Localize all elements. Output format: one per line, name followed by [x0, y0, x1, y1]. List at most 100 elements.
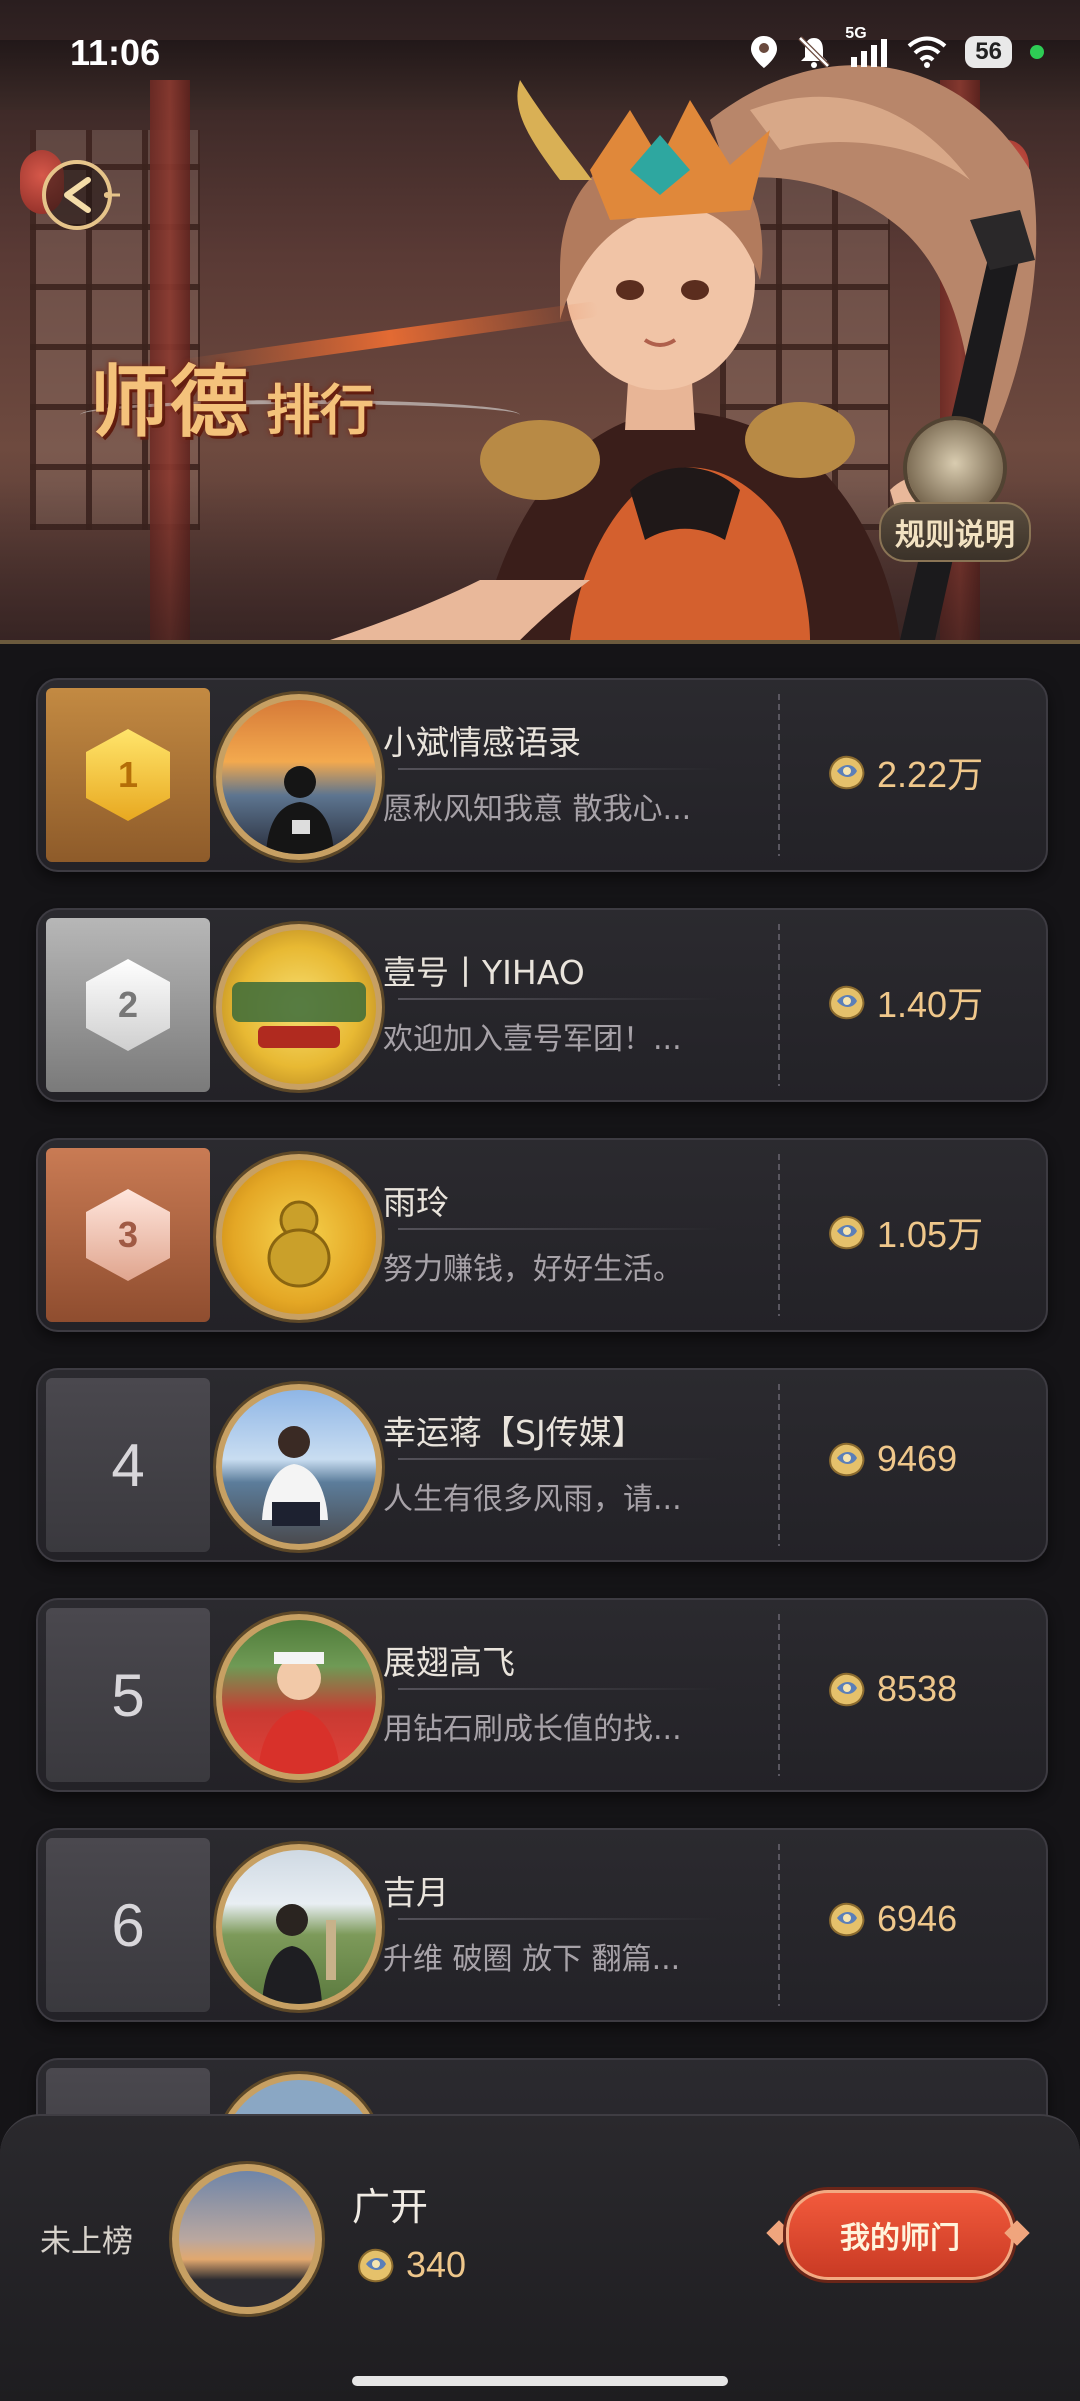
my-avatar[interactable] — [172, 2164, 322, 2314]
user-name: 壹号丨YIHAO — [383, 953, 585, 992]
score: 8538 — [823, 1666, 957, 1712]
score: 6946 — [823, 1896, 957, 1942]
virtue-badge-icon — [829, 755, 865, 790]
location-icon — [751, 36, 778, 68]
virtue-badge-icon — [829, 1215, 865, 1250]
rules-label: 规则说明 — [879, 502, 1031, 562]
leaderboard-row[interactable]: 3 雨玲 努力赚钱，好好生活。 1.05万 — [36, 1138, 1048, 1332]
rank-number: 2 — [117, 984, 139, 1025]
rank-badge: 3 — [46, 1148, 210, 1322]
my-rank-status: 未上榜 — [40, 2224, 133, 2260]
rank-badge: 6 — [46, 1838, 210, 2012]
avatar[interactable] — [216, 1844, 382, 2010]
person-photo-icon — [262, 1904, 336, 2004]
page-title: 师德 排行 — [90, 340, 374, 452]
gold-medal-icon: 1 — [86, 729, 170, 821]
rank-number: 5 — [111, 1661, 145, 1729]
user-motto: 升维 破圈 放下 翻篇... — [383, 1942, 681, 1977]
rank-number: 4 — [111, 1431, 145, 1499]
virtue-badge-icon — [829, 1672, 865, 1707]
network-type: 5G — [845, 25, 867, 42]
leaderboard-row[interactable]: 2 壹号丨YIHAO 欢迎加入壹号军团！... 1.40万 — [36, 908, 1048, 1102]
rank-badge: 4 — [46, 1378, 210, 1552]
user-name: 幸运蒋【SJ传媒】 — [383, 1413, 645, 1452]
divider — [398, 1918, 718, 1920]
avatar[interactable] — [216, 924, 382, 1090]
avatar[interactable] — [216, 1154, 382, 1320]
avatar[interactable] — [216, 694, 382, 860]
virtue-badge-icon — [358, 2248, 394, 2283]
score-value: 6946 — [877, 1898, 958, 1939]
leaderboard-row[interactable]: 1 小斌情感语录 愿秋风知我意 散我心... 2.22万 — [36, 678, 1048, 872]
score-value: 9469 — [877, 1438, 958, 1479]
rank-badge: 1 — [46, 688, 210, 862]
score-value: 2.22万 — [877, 754, 984, 795]
user-name: 小斌情感语录 — [383, 723, 581, 762]
signal-icon: 5G — [845, 25, 889, 67]
bell-muted-icon — [798, 36, 831, 68]
my-score: 340 — [352, 2242, 466, 2288]
virtue-badge-icon — [829, 1902, 865, 1937]
status-time: 11:06 — [70, 32, 161, 73]
score: 1.40万 — [823, 976, 983, 1028]
leaderboard-row[interactable]: 5 展翅高飞 用钻石刷成长值的找... 8538 — [36, 1598, 1048, 1792]
divider — [778, 924, 780, 1086]
score: 9469 — [823, 1436, 957, 1482]
divider — [778, 1614, 780, 1776]
avatar[interactable] — [216, 1614, 382, 1780]
gold-gourd-icon — [267, 1200, 331, 1288]
divider — [778, 1844, 780, 2006]
teacher-virtue-ranking-page: 11:06 5G 56 师德 排行 规则说明 1 小斌情感语录 愿秋风知我意 散… — [0, 0, 1080, 2401]
rules-button[interactable]: 规则说明 — [870, 420, 1040, 580]
user-name: 吉月 — [383, 1873, 449, 1912]
virtue-badge-icon — [829, 1442, 865, 1477]
bronze-medal-icon: 3 — [86, 1189, 170, 1281]
score: 1.05万 — [823, 1206, 983, 1258]
virtue-badge-icon — [829, 985, 865, 1020]
silver-medal-icon: 2 — [86, 959, 170, 1051]
rank-badge: 5 — [46, 1608, 210, 1782]
user-motto: 用钻石刷成长值的找... — [383, 1712, 682, 1747]
leaderboard-row[interactable]: 4 幸运蒋【SJ传媒】 人生有很多风雨，请... 9469 — [36, 1368, 1048, 1562]
my-rank-bar: 未上榜 广开 340 我的师门 — [0, 2114, 1080, 2401]
person-silhouette-icon — [266, 766, 334, 854]
divider — [0, 640, 1080, 644]
rank-number: 6 — [111, 1891, 145, 1959]
divider — [778, 694, 780, 856]
my-name: 广开 — [352, 2185, 429, 2229]
my-school-button[interactable]: 我的师门 — [786, 2190, 1014, 2280]
divider — [398, 1458, 718, 1460]
person-photo-icon — [262, 1426, 328, 1526]
status-icons: 5G 56 — [749, 25, 1044, 70]
title-sub: 排行 — [266, 378, 375, 442]
user-motto: 愿秋风知我意 散我心... — [383, 792, 692, 827]
battery-indicator: 56 — [965, 36, 1012, 68]
user-motto: 人生有很多风雨，请... — [383, 1482, 682, 1517]
avatar[interactable] — [216, 1384, 382, 1550]
divider — [398, 1688, 718, 1690]
user-motto: 努力赚钱，好好生活。 — [383, 1252, 683, 1287]
my-score-value: 340 — [406, 2244, 467, 2285]
user-name: 雨玲 — [383, 1183, 449, 1222]
score-value: 1.05万 — [877, 1214, 984, 1255]
user-motto: 欢迎加入壹号军团！... — [383, 1022, 682, 1057]
wifi-icon — [907, 36, 947, 68]
rank-number: 3 — [117, 1214, 139, 1255]
score-value: 8538 — [877, 1668, 958, 1709]
divider — [398, 998, 718, 1000]
rank-badge: 2 — [46, 918, 210, 1092]
status-bar: 11:06 5G 56 — [0, 0, 1080, 110]
rank-number: 1 — [117, 754, 139, 795]
divider — [778, 1384, 780, 1546]
logo-badge-icon — [232, 982, 366, 1048]
title-main: 师德 — [90, 357, 251, 448]
back-arrow-icon — [42, 160, 120, 230]
divider — [778, 1154, 780, 1316]
leaderboard-row[interactable]: 6 吉月 升维 破圈 放下 翻篇... 6946 — [36, 1828, 1048, 2022]
divider — [398, 1228, 718, 1230]
divider — [398, 768, 718, 770]
score-value: 1.40万 — [877, 984, 984, 1025]
person-photo-icon — [258, 1652, 340, 1774]
back-button[interactable] — [34, 152, 120, 238]
home-indicator[interactable] — [352, 2376, 728, 2386]
